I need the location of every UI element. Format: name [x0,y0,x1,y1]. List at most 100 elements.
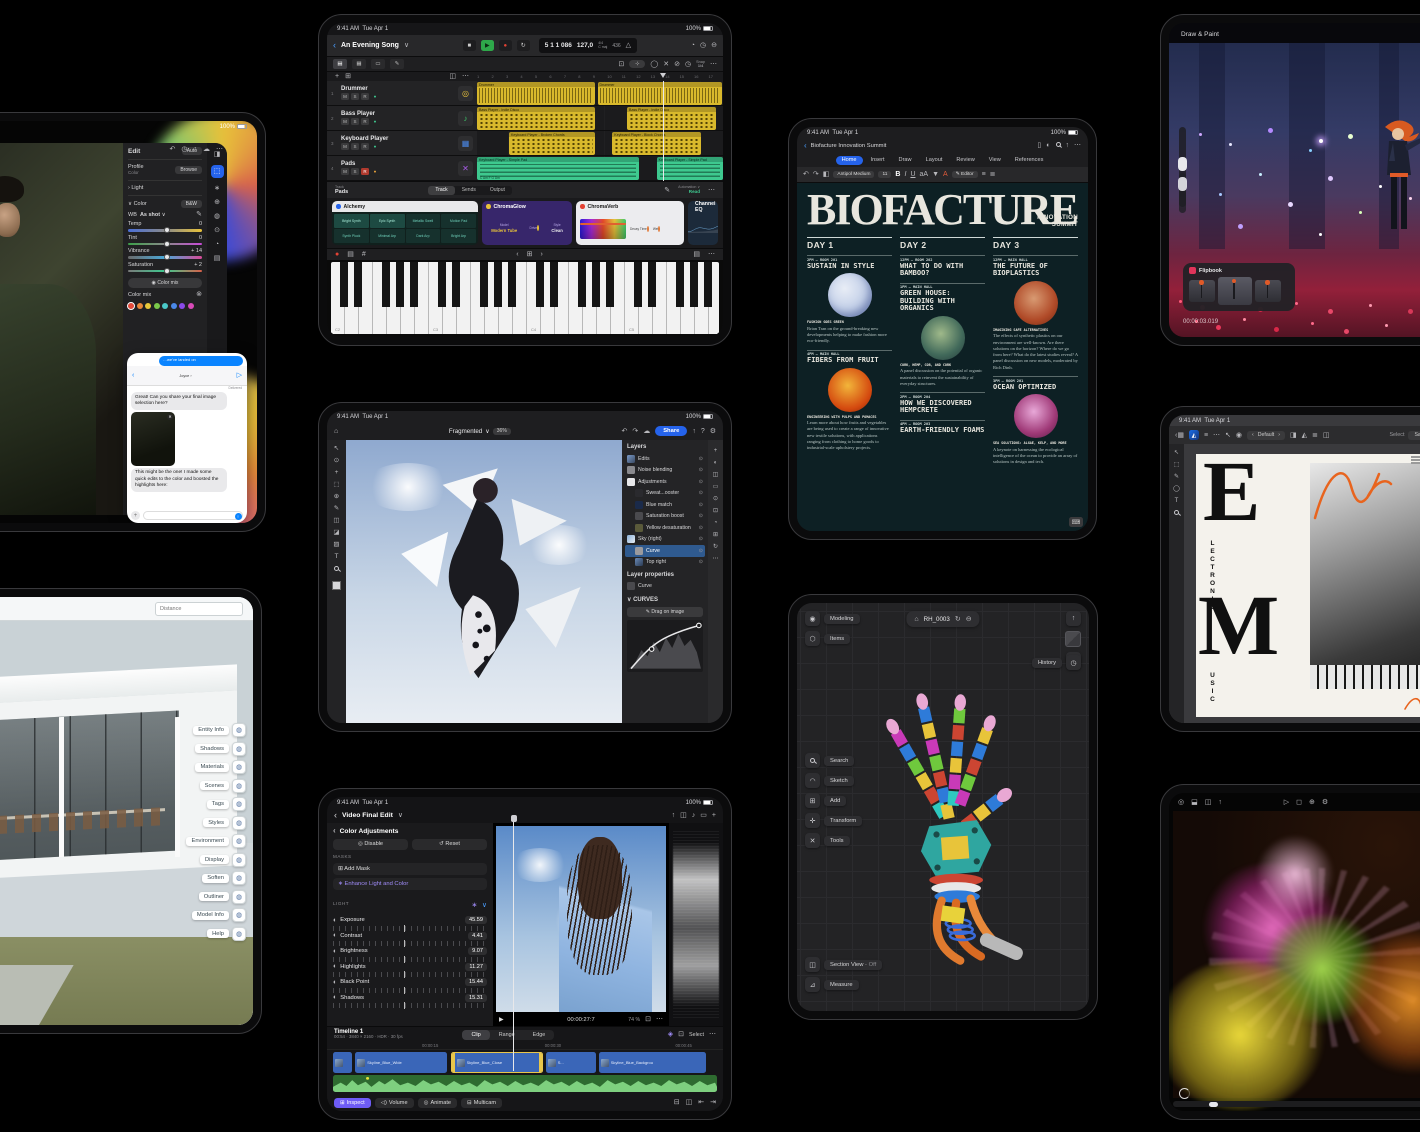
ribbon-tab[interactable]: Insert [865,156,891,165]
back-icon[interactable]: ‹▦ [1175,432,1184,439]
lcd-display[interactable]: 5 1 1 086127,0 4/4C maj 436 △ [539,38,637,53]
slider-ruler[interactable] [333,957,487,962]
solo-button[interactable]: S [351,118,359,125]
video-clip[interactable] [333,1052,352,1073]
color-dot-yellow[interactable] [145,303,151,309]
pattern-icon[interactable]: # [362,251,366,258]
panel-button-row[interactable]: Materials ◍ [195,760,246,774]
share-icon[interactable]: ↑ [1066,142,1070,149]
video-clip[interactable]: S... [546,1052,596,1073]
adjustment-slider[interactable]: ◐Shadows15.31 [333,994,487,1009]
tab-track[interactable]: Track [428,186,454,195]
move-tool-icon[interactable]: ↖ [334,446,339,453]
layer-row[interactable]: Edits⊙ [625,453,705,465]
slider-ruler[interactable] [333,926,487,931]
timeline-playhead[interactable] [513,821,514,1071]
add-layer-icon[interactable]: + [714,448,718,454]
add-track-icon[interactable]: + [335,73,339,80]
keyboard-more-icon[interactable]: ⋯ [708,251,715,258]
layer-row[interactable]: Top right⊙ [625,557,705,569]
mute-button[interactable]: M [341,143,349,150]
shape-tool-icon[interactable]: ◯ [1173,486,1180,492]
edit-mode-tabs[interactable]: ClipRangeEdge [462,1030,554,1040]
export-icon[interactable]: ↑ [1218,799,1222,806]
back-icon[interactable]: ‹ [334,811,337,820]
visibility-icon[interactable]: ⊙ [699,456,703,462]
select-subject-icon[interactable]: ⊡ [713,508,718,514]
audio-track[interactable] [333,1075,717,1092]
color-mix-dots[interactable] [128,303,202,309]
ribbon-tab[interactable]: Draw [893,156,918,165]
node-tool-icon[interactable]: ◉ [1236,432,1242,439]
tools-icon[interactable]: ✕ [805,833,820,848]
adjustment-slider[interactable]: Temp0 [128,221,202,232]
search-icon[interactable] [1056,142,1061,147]
visibility-icon[interactable]: ⊙ [699,479,703,485]
poster-artboard[interactable]: E LECTRONIC M USIC [1196,454,1420,717]
mobile-view-icon[interactable]: ▯ [1037,142,1041,149]
ribbon-tabs[interactable]: HomeInsertDrawLayoutReviewViewReferences [797,153,1088,167]
crop-icon[interactable]: ⬚ [211,165,224,178]
keys-view-icon[interactable]: ⊞ [527,251,533,258]
loop-icon[interactable]: ◯ [650,61,658,68]
clone-icon[interactable]: ◫ [1205,799,1212,806]
timeline-ruler[interactable]: 00:00:15 00:00:30 00:00:45 [327,1042,723,1050]
visibility-icon[interactable]: ⊙ [699,536,703,542]
dismiss-keyboard-icon[interactable]: ⌨ [1069,517,1083,527]
slider-knob[interactable] [1178,177,1187,191]
remove-image-icon[interactable]: ✕ [167,414,173,420]
layer-group-row[interactable]: Adjustments⊙ [625,476,705,488]
presets-icon[interactable]: ∗ [214,185,220,192]
ribbon-tab[interactable]: View [983,156,1007,165]
crop-tool-icon[interactable]: ⬚ [333,482,339,489]
section-view-icon[interactable]: ◫ [805,957,820,972]
tuner-icon[interactable]: ◔ [691,42,695,49]
edit-mode-tab[interactable]: Edge [524,1030,555,1040]
more-icon[interactable]: ⋯ [1213,432,1220,439]
share-icon[interactable]: ↑ [672,812,676,819]
geometry-icon[interactable]: ◔ [215,241,219,248]
video-clip[interactable]: Skyline_Blue_Backgrou [599,1052,707,1073]
region-drummer[interactable]: Drummer [477,82,595,105]
lens-icon[interactable]: ⊙ [214,227,220,234]
alchemy-snapshot-cell[interactable]: Minimal Arp [370,229,405,243]
color-dot-red[interactable] [128,303,134,309]
share-button[interactable]: Share [655,426,687,436]
play-icon[interactable]: ▷ [1284,799,1289,806]
message-image[interactable]: ✕ [131,412,175,466]
document-name[interactable]: Fragmented ∨ 36% [449,428,511,435]
region-pad[interactable]: Keyboard Player - Simple Pad [657,157,723,180]
record-enable-button[interactable]: R [361,118,369,125]
slider-knob[interactable] [164,227,170,233]
ps-canvas[interactable] [346,440,622,723]
transform-icon[interactable]: ✛ [805,813,820,828]
add-icon[interactable]: + [712,812,716,819]
gradient-tool-icon[interactable]: ▨ [333,542,339,549]
decay-knob[interactable] [647,226,649,232]
font-name[interactable]: Antipol Medium [833,171,874,178]
edit-mode-tab[interactable]: Range [490,1030,524,1040]
underline-button[interactable]: U [910,171,915,178]
visibility-icon[interactable]: ⊙ [699,513,703,519]
solo-button[interactable]: S [351,143,359,150]
slider-ruler[interactable] [333,1003,487,1008]
layer-row[interactable]: Noise blending⊙ [625,465,705,477]
region-bass[interactable]: Bass Player - Indie Disco [627,107,716,130]
plugin-chromaverb[interactable]: ChromaVerb Decay Time Wet [576,201,684,245]
redo-icon[interactable]: ↷ [813,171,819,178]
document-page[interactable]: BIOFACTURE INNOVATIONSUMMIT DAY 1 2PM — … [797,183,1088,531]
minimize-icon[interactable]: ⊖ [711,42,717,49]
curves-section[interactable]: ∨ CURVES [627,596,703,603]
filters-icon[interactable]: ◔ [714,520,718,526]
panel-icon[interactable]: ◍ [232,760,246,774]
edit-mode-tab[interactable]: Clip [462,1030,489,1040]
volume-button[interactable]: ◁) Volume [375,1098,414,1108]
magic-icon[interactable]: ∗ [472,902,478,909]
color-dot-magenta[interactable] [188,303,194,309]
instrument-icon[interactable]: ▤ [347,251,354,258]
mute-button[interactable]: M [341,93,349,100]
region-pad[interactable]: Keyboard Player - Simple PadC Am F G Dm [477,157,639,180]
visibility-icon[interactable]: ⊙ [699,559,703,565]
octave-down-icon[interactable]: ‹ [516,251,518,258]
alchemy-snapshot-cell[interactable]: Motion Pad [441,214,476,228]
